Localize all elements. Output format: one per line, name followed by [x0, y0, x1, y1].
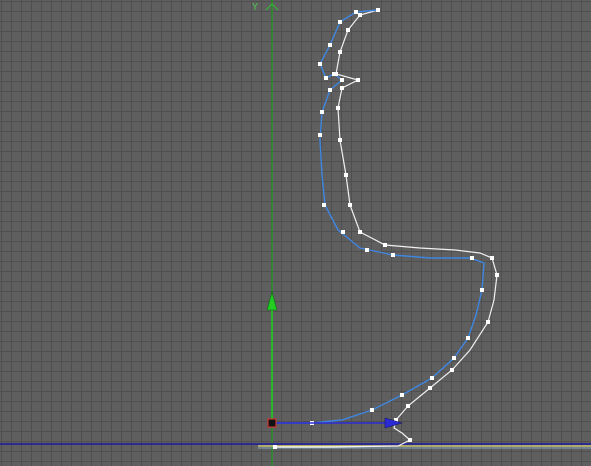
gizmo-pivot-icon[interactable]: [267, 418, 277, 428]
gizmo-y-arrow-icon[interactable]: [266, 290, 278, 311]
chair-spline-outer[interactable]: [275, 9, 498, 448]
scene-canvas[interactable]: [0, 0, 591, 466]
chair-spline-selected[interactable]: [272, 9, 485, 424]
viewport-3d[interactable]: Y: [0, 0, 591, 466]
gizmo-x-arrow-icon[interactable]: [384, 417, 404, 429]
vertices-outer[interactable]: [273, 8, 499, 449]
